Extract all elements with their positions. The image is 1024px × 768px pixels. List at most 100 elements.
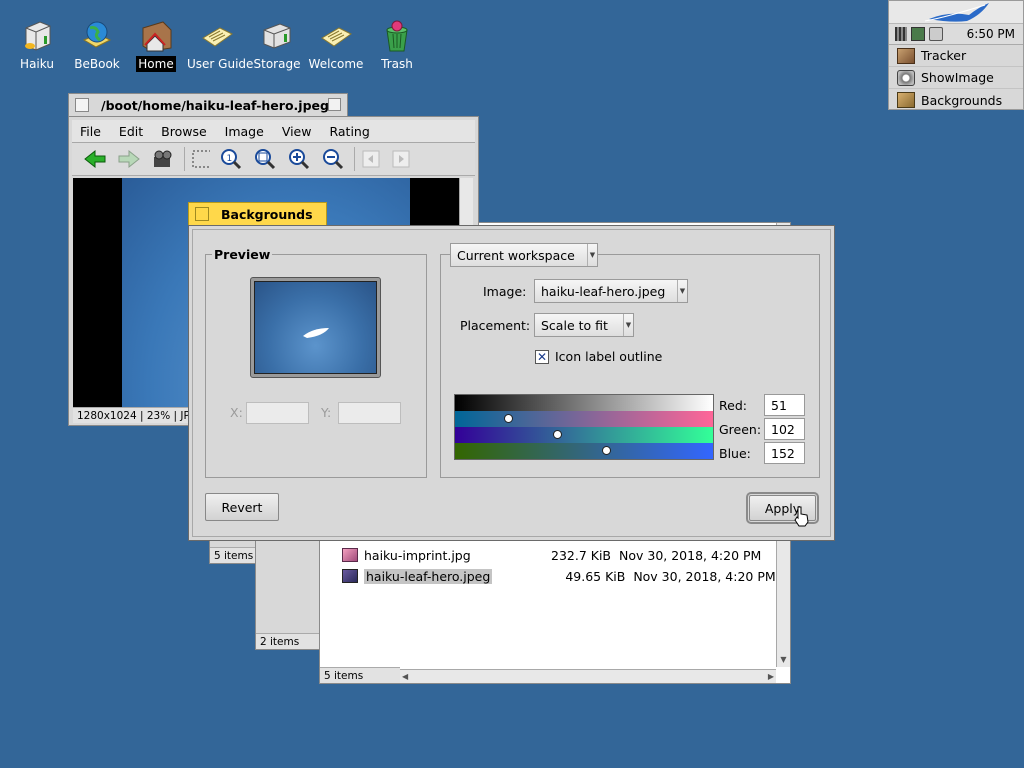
status-bar: 1280x1024 | 23% | JPEG xyxy=(73,407,193,423)
close-button[interactable] xyxy=(195,207,209,221)
green-slider-knob[interactable] xyxy=(553,430,562,439)
file-row[interactable]: haiku-imprint.jpg 232.7 KiB Nov 30, 2018… xyxy=(342,545,782,565)
deskbar-app-backgrounds[interactable]: Backgrounds xyxy=(889,89,1023,111)
image-select[interactable]: haiku-leaf-hero.jpeg ▼ xyxy=(534,279,688,303)
red-field[interactable]: 51 xyxy=(764,394,805,416)
menu-view[interactable]: View xyxy=(274,124,322,139)
menu-browse[interactable]: Browse xyxy=(153,124,217,139)
file-size: 49.65 KiB xyxy=(565,568,626,584)
desktop-icon-haiku[interactable]: Haiku xyxy=(5,20,69,72)
cpu-monitor-icon[interactable] xyxy=(895,27,907,41)
status-bar: 2 items xyxy=(256,633,322,649)
backgrounds-window-tab[interactable]: Backgrounds xyxy=(188,202,327,225)
toolbar: 1 xyxy=(72,143,475,176)
color-picker[interactable] xyxy=(454,394,714,460)
status-bar: 5 items xyxy=(210,547,258,563)
scroll-left-arrow[interactable]: ◀ xyxy=(402,670,408,683)
file-size: 232.7 KiB xyxy=(551,547,612,563)
icon-outline-checkbox[interactable]: ✕ Icon label outline xyxy=(535,349,662,364)
brightness-ramp[interactable] xyxy=(455,395,713,411)
zoom-fit-icon[interactable] xyxy=(252,147,278,171)
y-label: Y: xyxy=(321,405,332,420)
blue-slider-knob[interactable] xyxy=(602,446,611,455)
desktop-icon-bebook[interactable]: BeBook xyxy=(65,20,129,72)
green-field[interactable]: 102 xyxy=(764,418,805,440)
desktop-icon-label: Storage xyxy=(253,57,301,71)
horizontal-scrollbar[interactable]: ◀ ▶ xyxy=(400,669,776,683)
drive-icon[interactable] xyxy=(929,27,943,41)
red-slider-knob[interactable] xyxy=(504,414,513,423)
image-label: Image: xyxy=(483,284,527,299)
close-button[interactable] xyxy=(75,98,89,112)
desktop-icon-storage[interactable]: Storage xyxy=(245,20,309,72)
desktop-icon-user-guide[interactable]: User Guide xyxy=(185,20,253,72)
workspace-select[interactable]: Current workspace ▼ xyxy=(450,243,598,267)
backgrounds-icon xyxy=(897,92,915,108)
scroll-down-arrow[interactable]: ▼ xyxy=(777,653,790,667)
revert-button[interactable]: Revert xyxy=(205,493,279,521)
menu-file[interactable]: File xyxy=(72,124,111,139)
desktop-icon-trash[interactable]: Trash xyxy=(365,20,429,72)
home-folder-icon xyxy=(139,20,173,52)
desktop-icon-welcome[interactable]: Welcome xyxy=(304,20,368,72)
desktop-icon-label: Haiku xyxy=(20,57,54,71)
placement-select[interactable]: Scale to fit ▼ xyxy=(534,313,634,337)
file-name: haiku-leaf-hero.jpeg xyxy=(364,568,493,584)
y-field xyxy=(338,402,401,424)
document-icon xyxy=(200,20,234,52)
deskbar-app-showimage[interactable]: ShowImage xyxy=(889,67,1023,89)
selection-icon[interactable] xyxy=(184,147,210,171)
green-label: Green: xyxy=(719,422,762,437)
desktop-icon-home[interactable]: Home xyxy=(124,20,188,72)
item-count: 5 items xyxy=(324,669,364,682)
original-size-icon[interactable]: 1 xyxy=(218,147,244,171)
deskbar-app-label: Tracker xyxy=(921,48,967,63)
zoom-in-icon[interactable] xyxy=(286,147,312,171)
image-select-value: haiku-leaf-hero.jpeg xyxy=(541,283,666,299)
blue-ramp[interactable] xyxy=(455,443,713,459)
file-row-selected[interactable]: haiku-leaf-hero.jpeg 49.65 KiB Nov 30, 2… xyxy=(342,566,782,586)
process-icon[interactable] xyxy=(911,27,925,41)
placement-select-value: Scale to fit xyxy=(541,317,608,333)
previous-page-icon[interactable] xyxy=(354,147,380,171)
desktop-icon-label: BeBook xyxy=(74,57,120,71)
file-modified: Nov 30, 2018, 4:20 PM xyxy=(633,568,776,584)
leaf-preview-icon xyxy=(303,328,329,338)
monitor-preview xyxy=(250,277,381,378)
file-modified: Nov 30, 2018, 4:20 PM xyxy=(619,547,762,563)
deskbar-app-label: ShowImage xyxy=(921,70,994,85)
desktop-icon-label: Trash xyxy=(381,57,413,71)
window-title: /boot/home/haiku-leaf-hero.jpeg xyxy=(101,97,329,113)
deskbar-leaf-menu[interactable] xyxy=(889,1,1023,24)
scroll-right-arrow[interactable]: ▶ xyxy=(768,670,774,683)
dropdown-arrow-icon: ▼ xyxy=(623,314,633,336)
deskbar-tray: 6:50 PM xyxy=(889,24,1023,45)
menu-image[interactable]: Image xyxy=(217,124,274,139)
back-arrow-icon[interactable] xyxy=(82,147,108,171)
drive-icon xyxy=(260,20,294,52)
green-ramp[interactable] xyxy=(455,427,713,443)
desktop-icon-label: Welcome xyxy=(308,57,364,71)
trash-icon xyxy=(380,20,414,52)
slideshow-icon[interactable] xyxy=(150,147,176,171)
deskbar-app-tracker[interactable]: Tracker xyxy=(889,45,1023,67)
blue-field[interactable]: 152 xyxy=(764,442,805,464)
showimage-icon xyxy=(897,69,915,86)
preview-label: Preview xyxy=(212,247,273,262)
globe-book-icon xyxy=(80,20,114,52)
menu-rating[interactable]: Rating xyxy=(321,124,379,139)
file-name: haiku-imprint.jpg xyxy=(364,547,471,563)
dropdown-arrow-icon: ▼ xyxy=(587,244,597,266)
preview-box: Preview X: Y: xyxy=(205,247,427,478)
red-ramp[interactable] xyxy=(455,411,713,427)
forward-arrow-icon[interactable] xyxy=(116,147,142,171)
clock[interactable]: 6:50 PM xyxy=(967,27,1015,41)
disk-icon xyxy=(20,20,54,52)
zoom-button[interactable] xyxy=(328,98,341,111)
deskbar-app-label: Backgrounds xyxy=(921,92,1003,108)
showimage-window-tab[interactable]: /boot/home/haiku-leaf-hero.jpeg xyxy=(68,93,348,116)
deskbar: 6:50 PM Tracker ShowImage Backgrounds xyxy=(888,0,1024,110)
menu-edit[interactable]: Edit xyxy=(111,124,153,139)
zoom-out-icon[interactable] xyxy=(320,147,346,171)
next-page-icon[interactable] xyxy=(388,147,414,171)
